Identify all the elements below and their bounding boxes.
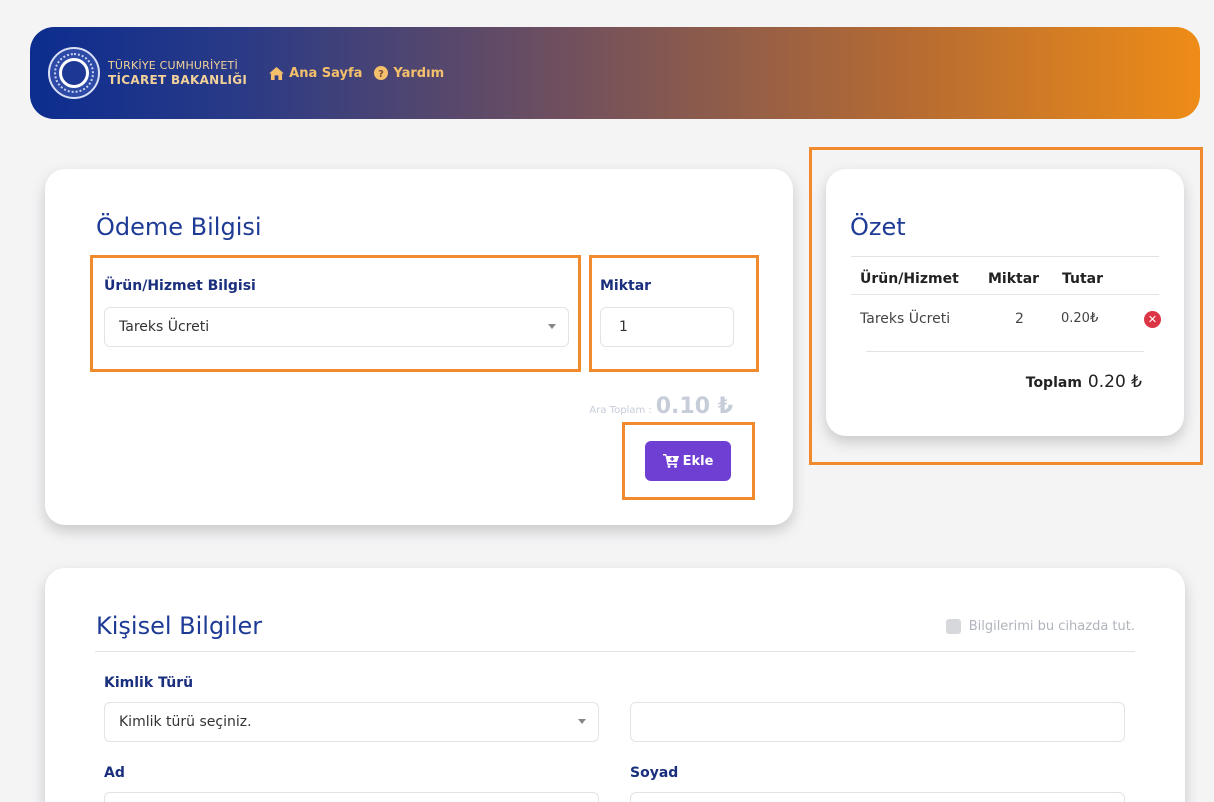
- quantity-value: 1: [619, 319, 628, 335]
- payment-title: Ödeme Bilgisi: [96, 213, 262, 241]
- id-number-input[interactable]: [630, 702, 1125, 742]
- logo-line-2: TİCARET BAKANLIĞI: [108, 73, 248, 87]
- svg-text:?: ?: [379, 69, 385, 80]
- column-header-product: Ürün/Hizmet: [860, 271, 959, 287]
- summary-card: Özet Ürün/Hizmet Miktar Tutar Tareks Ücr…: [826, 169, 1184, 436]
- remember-checkbox[interactable]: Bilgilerimi bu cihazda tut.: [945, 619, 1135, 634]
- column-header-amount: Tutar: [1062, 271, 1104, 287]
- id-type-placeholder: Kimlik türü seçiniz.: [119, 714, 252, 730]
- remove-item-icon[interactable]: ✕: [1144, 311, 1161, 328]
- add-button-label: Ekle: [682, 453, 714, 469]
- ministry-seal-logo[interactable]: [48, 47, 100, 99]
- id-type-select[interactable]: Kimlik türü seçiniz.: [104, 702, 599, 742]
- row-amount: 0.20₺: [1061, 311, 1099, 326]
- nav-help-link[interactable]: ? Yardım: [374, 66, 444, 81]
- payment-card: Ödeme Bilgisi Ürün/Hizmet Bilgisi Tareks…: [45, 169, 793, 525]
- remember-label: Bilgilerimi bu cihazda tut.: [968, 619, 1135, 634]
- subtotal-label: Ara Toplam :: [589, 405, 652, 416]
- summary-title: Özet: [850, 213, 906, 241]
- first-name-input[interactable]: [104, 792, 599, 802]
- subtotal: Ara Toplam : 0.10 ₺: [589, 394, 733, 419]
- product-label: Ürün/Hizmet Bilgisi: [104, 278, 256, 294]
- summary-total: Toplam 0.20 ₺: [1026, 372, 1142, 392]
- id-type-label: Kimlik Türü: [104, 675, 194, 691]
- logo-line-1: TÜRKİYE CUMHURİYETİ: [108, 59, 238, 72]
- last-name-label: Soyad: [630, 765, 679, 781]
- cart-plus-icon: [662, 454, 679, 468]
- subtotal-value: 0.10 ₺: [655, 394, 733, 419]
- row-product: Tareks Ücreti: [860, 311, 951, 327]
- checkbox-icon[interactable]: [945, 619, 961, 634]
- total-label: Toplam: [1025, 375, 1082, 391]
- nav-home-link[interactable]: Ana Sayfa: [269, 66, 362, 81]
- personal-divider: [95, 651, 1135, 652]
- nav-home-label: Ana Sayfa: [289, 65, 363, 81]
- add-button[interactable]: Ekle: [645, 441, 731, 481]
- row-quantity: 2: [1015, 311, 1024, 327]
- quantity-input[interactable]: 1: [600, 307, 734, 347]
- personal-info-card: Kişisel Bilgiler Bilgilerimi bu cihazda …: [45, 568, 1185, 802]
- ministry-name[interactable]: TÜRKİYE CUMHURİYETİ TİCARET BAKANLIĞI: [108, 59, 247, 87]
- chevron-down-icon: [578, 719, 586, 724]
- top-navbar: TÜRKİYE CUMHURİYETİ TİCARET BAKANLIĞI An…: [30, 27, 1200, 119]
- nav-help-label: Yardım: [393, 65, 445, 81]
- summary-divider: [851, 256, 1159, 257]
- home-icon: [269, 66, 285, 80]
- table-row: Tareks Ücreti 2 0.20₺ ✕: [851, 305, 1161, 335]
- product-selected-value: Tareks Ücreti: [119, 319, 210, 335]
- summary-divider-bottom: [866, 351, 1144, 352]
- product-select[interactable]: Tareks Ücreti: [104, 307, 569, 347]
- last-name-input[interactable]: [630, 792, 1125, 802]
- personal-title: Kişisel Bilgiler: [96, 612, 263, 640]
- question-circle-icon: ?: [374, 66, 389, 80]
- summary-header-row: Ürün/Hizmet Miktar Tutar: [851, 265, 1159, 295]
- first-name-label: Ad: [104, 765, 125, 781]
- quantity-label: Miktar: [600, 278, 652, 294]
- total-value: 0.20 ₺: [1087, 372, 1142, 392]
- chevron-down-icon: [548, 324, 556, 329]
- column-header-quantity: Miktar: [988, 271, 1040, 287]
